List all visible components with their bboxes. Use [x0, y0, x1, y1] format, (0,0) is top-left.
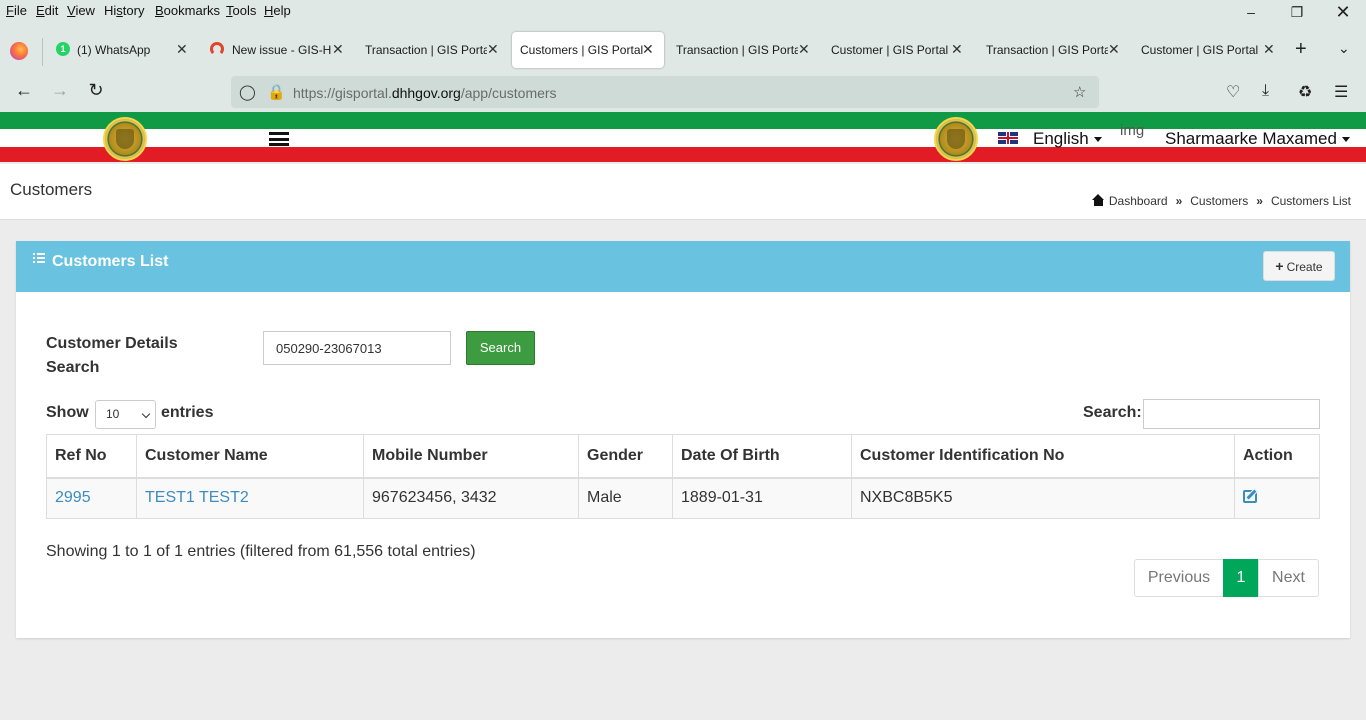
home-icon: [1091, 194, 1105, 206]
entries-per-page-select[interactable]: 10: [95, 400, 156, 429]
column-mobile-number[interactable]: Mobile Number: [363, 434, 579, 479]
column-customer-name[interactable]: Customer Name: [136, 434, 364, 479]
tab-customer-2[interactable]: Customer | GIS Portal ✕: [1141, 32, 1281, 68]
menu-history[interactable]: History: [104, 3, 144, 18]
box-header: Customers List + Create: [16, 241, 1350, 292]
table-search-label: Search:: [1083, 404, 1142, 421]
customer-details-search-label: Customer Details Search: [46, 335, 178, 376]
column-gender[interactable]: Gender: [578, 434, 673, 479]
restore-icon[interactable]: ❐: [1282, 4, 1312, 21]
table-row: 2995 TEST1 TEST2 967623456, 3432 Male 18…: [46, 477, 1320, 519]
create-button[interactable]: + Create: [1263, 251, 1335, 281]
table-header-row: Ref No Customer Name Mobile Number Gende…: [46, 434, 1320, 479]
breadcrumb: Dashboard» Customers» Customers List: [1091, 194, 1351, 208]
plus-icon: +: [1275, 258, 1284, 274]
box-title: Customers List: [52, 253, 169, 270]
browser-menubar: File Edit View History Bookmarks Tools H…: [0, 0, 1366, 24]
column-customer-id-no[interactable]: Customer Identification No: [851, 434, 1235, 479]
breadcrumb-dashboard[interactable]: Dashboard: [1109, 194, 1168, 208]
column-ref-no[interactable]: Ref No: [46, 434, 137, 479]
gitlab-icon: [210, 42, 224, 56]
url-bar[interactable]: ◯ 🔒 https://gisportal.dhhgov.org/app/cus…: [231, 76, 1099, 108]
tab-customers-active[interactable]: Customers | GIS Portal ✕: [512, 32, 664, 68]
show-label: Show: [46, 404, 89, 421]
tab-whatsapp[interactable]: 1 (1) WhatsApp ✕: [56, 32, 192, 68]
search-button[interactable]: Search: [466, 331, 535, 365]
browser-tabbar: 1 (1) WhatsApp ✕ New issue - GIS-H ✕ Tra…: [0, 24, 1366, 72]
menu-edit[interactable]: Edit: [36, 3, 58, 18]
page-1-button[interactable]: 1: [1223, 559, 1259, 597]
reload-icon[interactable]: ↻: [84, 80, 108, 101]
close-tab-icon[interactable]: ✕: [951, 41, 963, 58]
firefox-icon[interactable]: [10, 42, 28, 60]
close-tab-icon[interactable]: ✕: [1263, 41, 1275, 58]
breadcrumb-customers-list: Customers List: [1270, 194, 1351, 208]
menu-view[interactable]: View: [67, 3, 95, 18]
close-tab-icon[interactable]: ✕: [642, 41, 654, 58]
tab-customer-1[interactable]: Customer | GIS Portal ✕: [831, 32, 971, 68]
minimize-icon[interactable]: –: [1236, 4, 1266, 20]
chevron-down-icon: [141, 409, 151, 419]
close-window-icon[interactable]: ✕: [1328, 2, 1358, 23]
entries-label: entries: [161, 404, 214, 421]
forward-icon[interactable]: →: [48, 80, 72, 101]
tab-transaction-3[interactable]: Transaction | GIS Portal ✕: [986, 32, 1126, 68]
uk-flag-icon: [998, 132, 1018, 144]
gender-cell: Male: [578, 477, 673, 519]
emblem-logo[interactable]: [103, 117, 147, 161]
close-tab-icon[interactable]: ✕: [798, 41, 810, 58]
pagination: Previous 1 Next: [1134, 559, 1319, 597]
menu-tools[interactable]: Tools: [226, 3, 256, 18]
back-icon[interactable]: ←: [12, 80, 36, 101]
pocket-icon[interactable]: ♡: [1226, 82, 1240, 102]
customers-list-box: Customers List + Create Customer Details …: [16, 241, 1350, 638]
page-title: Customers: [10, 180, 93, 199]
extensions-icon[interactable]: ♻: [1298, 82, 1312, 102]
customers-table: Ref No Customer Name Mobile Number Gende…: [46, 434, 1320, 519]
language-selector[interactable]: English: [1033, 129, 1102, 149]
column-action: Action: [1234, 434, 1320, 479]
app-menu-icon[interactable]: ☰: [1334, 82, 1348, 102]
ref-no-link[interactable]: 2995: [55, 489, 91, 506]
close-tab-icon[interactable]: ✕: [332, 41, 344, 58]
menu-bookmarks[interactable]: Bookmarks: [155, 3, 220, 18]
dob-cell: 1889-01-31: [672, 477, 852, 519]
bookmark-star-icon[interactable]: ☆: [1073, 83, 1086, 101]
tab-transaction-2[interactable]: Transaction | GIS Portal ✕: [676, 32, 816, 68]
user-menu[interactable]: Sharmaarke Maxamed: [1165, 129, 1350, 149]
edit-icon[interactable]: [1243, 490, 1257, 504]
mobile-number-cell: 967623456, 3432: [363, 477, 579, 519]
download-icon[interactable]: ⤓: [1262, 82, 1269, 100]
tab-new-issue[interactable]: New issue - GIS-H ✕: [210, 32, 350, 68]
whatsapp-icon: 1: [56, 42, 70, 56]
customer-name-link[interactable]: TEST1 TEST2: [145, 489, 249, 506]
list-icon: [33, 253, 45, 264]
close-tab-icon[interactable]: ✕: [176, 41, 188, 58]
table-info: Showing 1 to 1 of 1 entries (filtered fr…: [46, 543, 476, 560]
user-image-alt: img: [1120, 122, 1145, 139]
new-tab-icon[interactable]: +: [1295, 38, 1307, 61]
menu-file[interactable]: File: [6, 3, 27, 18]
next-page-button[interactable]: Next: [1258, 559, 1319, 597]
table-search-input[interactable]: [1143, 399, 1320, 429]
column-date-of-birth[interactable]: Date Of Birth: [672, 434, 852, 479]
close-tab-icon[interactable]: ✕: [1108, 41, 1120, 58]
customer-search-input[interactable]: [263, 331, 451, 365]
shield-icon[interactable]: ◯: [239, 83, 256, 101]
menu-help[interactable]: Help: [264, 3, 291, 18]
content-header: Customers Dashboard» Customers» Customers …: [0, 164, 1366, 220]
id-no-cell: NXBC8B5K5: [851, 477, 1235, 519]
browser-navbar: ← → ↻ ◯ 🔒 https://gisportal.dhhgov.org/a…: [0, 72, 1366, 112]
chevron-down-icon[interactable]: ⌄: [1338, 40, 1350, 57]
breadcrumb-customers[interactable]: Customers: [1190, 194, 1248, 208]
lock-icon[interactable]: 🔒: [267, 83, 286, 101]
hamburger-menu-icon[interactable]: [269, 132, 289, 146]
site-header: English img Sharmaarke Maxamed: [0, 112, 1366, 164]
emblem-logo-right: [934, 117, 978, 161]
url-text: https://gisportal.dhhgov.org/app/custome…: [293, 85, 557, 101]
close-tab-icon[interactable]: ✕: [487, 41, 499, 58]
previous-page-button[interactable]: Previous: [1134, 559, 1224, 597]
tab-transaction-1[interactable]: Transaction | GIS Portal ✕: [365, 32, 505, 68]
